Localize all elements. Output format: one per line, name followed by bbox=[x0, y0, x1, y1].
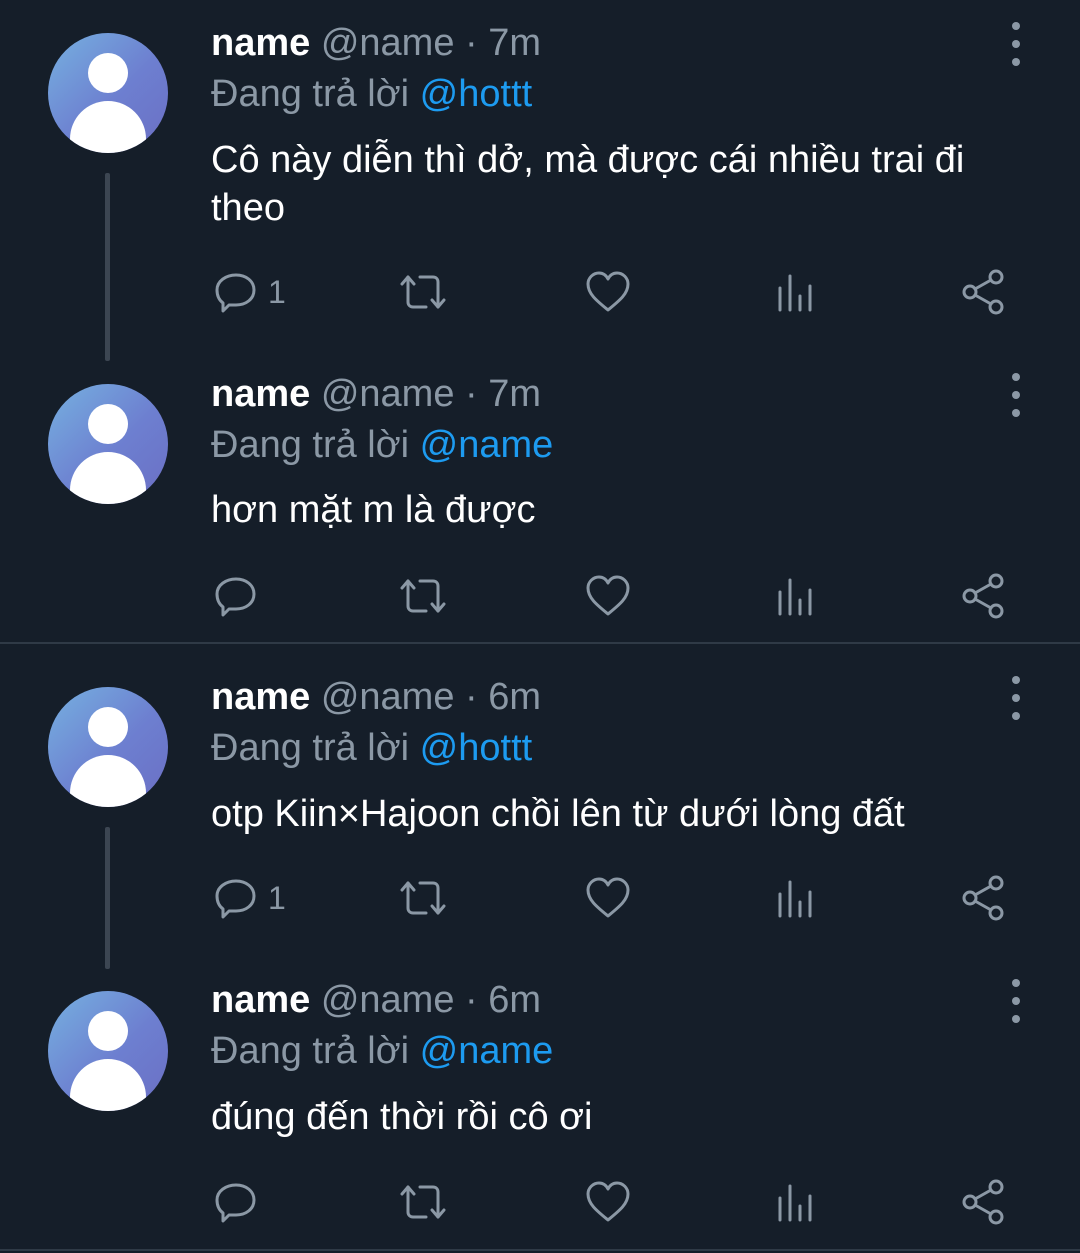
like-button[interactable] bbox=[585, 267, 631, 317]
avatar[interactable] bbox=[48, 384, 168, 504]
tweet-header: name @name · 7m bbox=[211, 21, 541, 65]
replying-to: Đang trả lời @hottt bbox=[211, 726, 532, 770]
replying-to: Đang trả lời @name bbox=[211, 1029, 553, 1073]
more-vertical-icon[interactable] bbox=[1006, 22, 1026, 66]
analytics-icon bbox=[778, 1184, 812, 1222]
user-display-name[interactable]: name bbox=[211, 676, 310, 718]
replying-to-label: Đang trả lời bbox=[211, 1030, 410, 1072]
more-vertical-icon[interactable] bbox=[1006, 979, 1026, 1023]
retweet-icon bbox=[400, 275, 446, 309]
tweet-actions bbox=[0, 571, 1080, 621]
tweet-text: hơn mặt m là được bbox=[211, 489, 536, 531]
user-handle[interactable]: @name bbox=[321, 979, 455, 1021]
separator-dot: · bbox=[465, 676, 478, 718]
replying-to: Đang trả lời @name bbox=[211, 423, 553, 467]
tweet[interactable]: name @name · 7m Đang trả lời @name hơn m… bbox=[0, 350, 1080, 642]
reply-icon bbox=[215, 1183, 256, 1223]
tweet-text: otp Kiin×Hajoon chồi lên từ dưới lòng đấ… bbox=[211, 793, 905, 835]
reply-mention-link[interactable]: @hottt bbox=[420, 73, 533, 115]
analytics-button[interactable] bbox=[775, 1177, 815, 1227]
like-button[interactable] bbox=[585, 571, 631, 621]
tweet-time[interactable]: 7m bbox=[488, 22, 541, 64]
tweet-header: name @name · 6m bbox=[211, 675, 541, 719]
share-button[interactable] bbox=[960, 1177, 1006, 1227]
tweet[interactable]: name @name · 6m Đang trả lời @name đúng … bbox=[0, 964, 1080, 1248]
analytics-button[interactable] bbox=[775, 571, 815, 621]
reply-count: 1 bbox=[268, 879, 286, 916]
avatar[interactable] bbox=[48, 33, 168, 153]
user-display-name[interactable]: name bbox=[211, 979, 310, 1021]
heart-icon bbox=[586, 271, 630, 312]
analytics-icon bbox=[778, 578, 812, 616]
heart-icon bbox=[586, 575, 630, 616]
analytics-button[interactable] bbox=[775, 267, 815, 317]
reply-mention-link[interactable]: @hottt bbox=[420, 727, 533, 769]
retweet-button[interactable] bbox=[398, 571, 448, 621]
retweet-icon bbox=[400, 881, 446, 915]
separator-dot: · bbox=[465, 979, 478, 1021]
more-vertical-icon[interactable] bbox=[1006, 373, 1026, 417]
replying-to-label: Đang trả lời bbox=[211, 424, 410, 466]
tweet-actions bbox=[0, 1177, 1080, 1227]
reply-icon bbox=[215, 577, 256, 617]
like-button[interactable] bbox=[585, 1177, 631, 1227]
analytics-icon bbox=[778, 880, 812, 918]
share-icon bbox=[962, 573, 1004, 619]
share-icon bbox=[962, 269, 1004, 315]
reply-icon bbox=[215, 273, 256, 313]
reply-mention-link[interactable]: @name bbox=[420, 1030, 554, 1072]
retweet-button[interactable] bbox=[398, 873, 448, 923]
like-button[interactable] bbox=[585, 873, 631, 923]
retweet-button[interactable] bbox=[398, 1177, 448, 1227]
tweet-actions: 1 bbox=[0, 267, 1080, 317]
reply-button[interactable] bbox=[214, 571, 268, 621]
retweet-icon bbox=[400, 579, 446, 613]
share-button[interactable] bbox=[960, 873, 1006, 923]
share-button[interactable] bbox=[960, 267, 1006, 317]
replying-to-label: Đang trả lời bbox=[211, 727, 410, 769]
reply-icon bbox=[215, 879, 256, 919]
retweet-button[interactable] bbox=[398, 267, 448, 317]
tweet-time[interactable]: 6m bbox=[488, 676, 541, 718]
retweet-icon bbox=[400, 1185, 446, 1219]
tweet-text: đúng đến thời rồi cô ơi bbox=[211, 1096, 593, 1138]
user-handle[interactable]: @name bbox=[321, 373, 455, 415]
share-icon bbox=[962, 875, 1004, 921]
reply-button[interactable]: 1 bbox=[214, 267, 286, 317]
reply-count: 1 bbox=[268, 273, 286, 310]
tweet-text: Cô này diễn thì dở, mà được cái nhiều tr… bbox=[211, 139, 965, 229]
replying-to-label: Đang trả lời bbox=[211, 73, 410, 115]
user-display-name[interactable]: name bbox=[211, 22, 310, 64]
share-button[interactable] bbox=[960, 571, 1006, 621]
tweet-time[interactable]: 6m bbox=[488, 979, 541, 1021]
replying-to: Đang trả lời @hottt bbox=[211, 72, 532, 116]
separator-dot: · bbox=[465, 373, 478, 415]
analytics-icon bbox=[778, 274, 812, 312]
tweet[interactable]: name @name · 7m Đang trả lời @hottt Cô n… bbox=[0, 0, 1080, 361]
separator-dot: · bbox=[465, 22, 478, 64]
tweet-header: name @name · 6m bbox=[211, 978, 541, 1022]
heart-icon bbox=[586, 877, 630, 918]
reply-button[interactable] bbox=[214, 1177, 268, 1227]
avatar[interactable] bbox=[48, 991, 168, 1111]
tweet[interactable]: name @name · 6m Đang trả lời @hottt otp … bbox=[0, 644, 1080, 969]
tweet-actions: 1 bbox=[0, 873, 1080, 923]
tweet-header: name @name · 7m bbox=[211, 372, 541, 416]
user-handle[interactable]: @name bbox=[321, 676, 455, 718]
thread-divider bbox=[0, 1249, 1080, 1251]
user-handle[interactable]: @name bbox=[321, 22, 455, 64]
share-icon bbox=[962, 1179, 1004, 1225]
more-vertical-icon[interactable] bbox=[1006, 676, 1026, 720]
reply-button[interactable]: 1 bbox=[214, 873, 286, 923]
reply-mention-link[interactable]: @name bbox=[420, 424, 554, 466]
user-display-name[interactable]: name bbox=[211, 373, 310, 415]
avatar[interactable] bbox=[48, 687, 168, 807]
heart-icon bbox=[586, 1181, 630, 1222]
analytics-button[interactable] bbox=[775, 873, 815, 923]
tweet-time[interactable]: 7m bbox=[488, 373, 541, 415]
